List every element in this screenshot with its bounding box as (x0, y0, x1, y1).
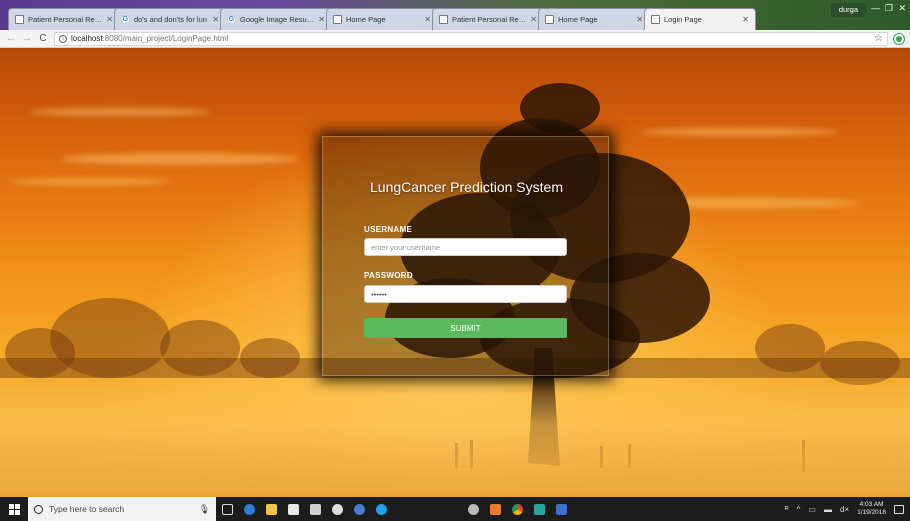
close-icon[interactable]: ✕ (530, 15, 537, 24)
app-blue-icon[interactable] (550, 497, 572, 521)
close-icon[interactable]: ✕ (318, 15, 325, 24)
doc-icon (545, 15, 554, 24)
browser-tab-1[interactable]: Patient Personal Regist ✕ (8, 8, 120, 30)
close-icon[interactable]: ✕ (106, 15, 113, 24)
google-icon: G (227, 15, 236, 24)
minimize-icon[interactable]: — (871, 3, 880, 13)
close-icon[interactable]: ✕ (636, 15, 643, 24)
chrome-icon[interactable] (506, 497, 528, 521)
system-clock[interactable]: 4:03 AM 1/19/2018 (857, 501, 886, 517)
url-host: localhost (71, 34, 103, 43)
url-path: :8080/main_project/LoginPage.html (102, 34, 229, 43)
info-icon[interactable]: i (59, 34, 67, 43)
username-input[interactable] (364, 238, 567, 256)
submit-button[interactable]: SUBMIT (364, 318, 567, 338)
password-label: PASSWORD (364, 271, 413, 280)
address-bar[interactable]: i localhost:8080/main_project/LoginPage.… (54, 31, 888, 46)
page-background: LungCancer Prediction System USERNAME PA… (0, 48, 910, 497)
reload-icon[interactable]: C (38, 33, 48, 44)
app-orange-icon[interactable] (484, 497, 506, 521)
tab-title: Login Page (664, 15, 702, 24)
chevron-up-icon[interactable]: ^ (797, 505, 801, 514)
password-input[interactable] (364, 285, 567, 303)
windows-logo-icon (8, 503, 20, 515)
volume-icon[interactable]: d× (840, 505, 849, 514)
close-window-icon[interactable]: ✕ (898, 3, 906, 14)
clock-time: 4:03 AM (859, 501, 884, 508)
cortana-icon (34, 504, 43, 514)
url-text: localhost:8080/main_project/LoginPage.ht… (71, 34, 228, 43)
taskbar-search-box[interactable]: Type here to search 🎙 (28, 497, 216, 521)
browser-tab-4[interactable]: Home Page ✕ (326, 8, 438, 30)
edge-icon[interactable] (238, 497, 260, 521)
close-icon[interactable]: ✕ (212, 15, 219, 24)
login-card: LungCancer Prediction System USERNAME PA… (322, 136, 609, 376)
doc-icon (15, 15, 24, 24)
browser-tab-2[interactable]: G do's and don'ts for lun ✕ (114, 8, 226, 30)
doc-icon (439, 15, 448, 24)
ground-fog (0, 377, 910, 497)
tab-title: Patient Personal Regist (28, 15, 103, 24)
media-player-icon[interactable] (348, 497, 370, 521)
app-gear-icon[interactable] (462, 497, 484, 521)
browser-tab-5[interactable]: Patient Personal Regist ✕ (432, 8, 544, 30)
back-arrow-icon[interactable]: ← (6, 33, 16, 44)
battery-icon[interactable]: ▬ (824, 505, 832, 514)
google-icon: G (121, 15, 130, 24)
network-icon[interactable]: ▭ (808, 505, 816, 514)
taskbar-search-placeholder: Type here to search (49, 504, 125, 514)
username-label: USERNAME (364, 225, 413, 234)
doc-icon (333, 15, 342, 24)
microphone-icon[interactable]: 🎙 (199, 504, 210, 515)
browser-toolbar: ← → C i localhost:8080/main_project/Logi… (0, 30, 910, 48)
extension-icon[interactable] (894, 33, 904, 44)
task-view-icon[interactable] (216, 497, 238, 521)
tab-title: Home Page (346, 15, 386, 24)
login-title: LungCancer Prediction System (370, 179, 563, 195)
restore-icon[interactable]: ❐ (885, 3, 893, 14)
tab-title: Google Image Result fo (240, 15, 315, 24)
system-tray: ᴿ ^ ▭ ▬ d× 4:03 AM 1/19/2018 (785, 501, 910, 517)
close-icon[interactable]: ✕ (742, 15, 749, 24)
settings-gear-icon[interactable] (326, 497, 348, 521)
file-explorer-icon[interactable] (260, 497, 282, 521)
bookmark-star-icon[interactable]: ☆ (874, 33, 883, 44)
app-teal-icon[interactable] (528, 497, 550, 521)
forward-arrow-icon[interactable]: → (22, 33, 32, 44)
browser-tab-7[interactable]: Login Page ✕ (644, 8, 756, 30)
doc-icon (651, 15, 660, 24)
people-icon[interactable]: ᴿ (785, 505, 789, 514)
browser-tab-3[interactable]: G Google Image Result fo ✕ (220, 8, 332, 30)
clock-date: 1/19/2018 (857, 509, 886, 516)
tab-title: Patient Personal Regist (452, 15, 527, 24)
media-icon[interactable] (304, 497, 326, 521)
skype-icon[interactable] (370, 497, 392, 521)
windows-taskbar: Type here to search 🎙 ᴿ ^ ▭ ▬ d× 4:03 AM… (0, 497, 910, 521)
close-icon[interactable]: ✕ (424, 15, 431, 24)
tab-title: do's and don'ts for lun (134, 15, 207, 24)
start-button[interactable] (0, 497, 28, 521)
notification-icon[interactable] (894, 504, 904, 514)
browser-tab-strip: Patient Personal Regist ✕ G do's and don… (0, 0, 910, 30)
profile-name[interactable]: durga (830, 3, 866, 17)
tab-title: Home Page (558, 15, 598, 24)
store-icon[interactable] (282, 497, 304, 521)
browser-tab-6[interactable]: Home Page ✕ (538, 8, 650, 30)
